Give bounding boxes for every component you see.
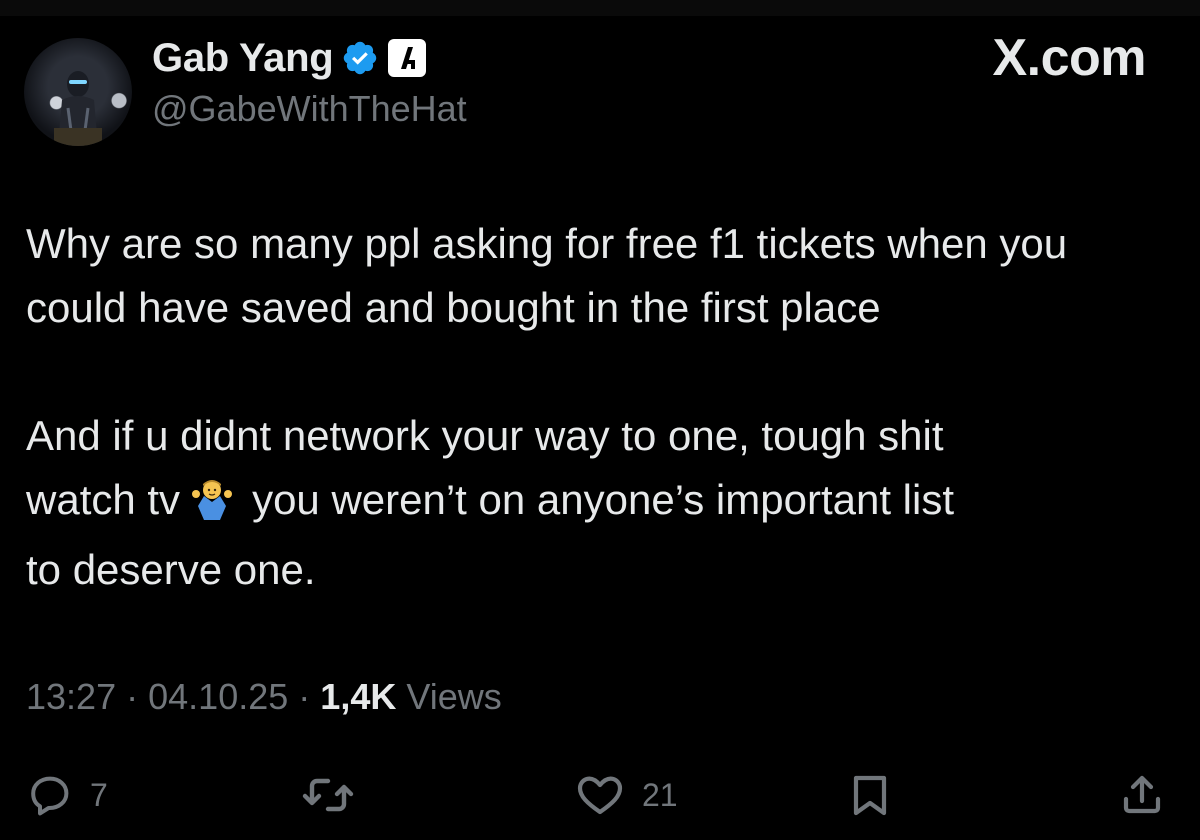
- reply-count: 7: [90, 776, 108, 813]
- top-edge-strip: [0, 0, 1200, 16]
- avatar[interactable]: [24, 38, 132, 146]
- author-name-row: Gab Yang: [152, 36, 427, 80]
- tweet-line: watch tv: [26, 476, 181, 523]
- tweet-meta: 13:27 · 04.10.25 · 1,4K Views: [26, 676, 502, 718]
- meta-separator: ·: [298, 676, 311, 717]
- repost-button[interactable]: [300, 760, 372, 830]
- display-name[interactable]: Gab Yang: [152, 36, 334, 81]
- action-bar: 7 21: [0, 760, 1200, 830]
- tweet-body: Why are so many ppl asking for free f1 t…: [26, 212, 1176, 602]
- author-handle[interactable]: @GabeWithTheHat: [152, 88, 467, 130]
- tweet-line: to deserve one.: [26, 546, 316, 593]
- like-button[interactable]: 21: [574, 760, 678, 830]
- tweet-paragraph-1: Why are so many ppl asking for free f1 t…: [26, 220, 1068, 331]
- heart-icon: [577, 776, 623, 815]
- man-shrugging-emoji: [190, 474, 234, 538]
- reply-button[interactable]: 7: [26, 760, 108, 830]
- bookmark-icon: [853, 775, 887, 816]
- brand-watermark: X.com: [992, 28, 1146, 88]
- meta-separator: ·: [126, 676, 139, 717]
- tweet-paragraph-2: And if u didnt network your way to one, …: [26, 404, 1176, 602]
- tweet-line: you weren’t on anyone’s important list: [252, 476, 955, 523]
- repost-icon: [302, 778, 354, 812]
- reply-icon: [31, 776, 69, 816]
- like-count: 21: [642, 776, 678, 813]
- avatar-figure-icon: [54, 71, 102, 146]
- tweet-date[interactable]: 04.10.25: [148, 676, 288, 717]
- affiliate-logo-icon[interactable]: [387, 38, 427, 78]
- tweet-time[interactable]: 13:27: [26, 676, 116, 717]
- views-count: 1,4K: [320, 676, 397, 717]
- brand-text: X.com: [992, 29, 1146, 87]
- bookmark-button[interactable]: [846, 760, 894, 830]
- share-button[interactable]: [1118, 760, 1166, 830]
- verified-badge-icon[interactable]: [341, 39, 379, 77]
- tweet-line: And if u didnt network your way to one, …: [26, 412, 944, 459]
- views-label: Views: [406, 676, 502, 717]
- share-icon: [1123, 775, 1161, 814]
